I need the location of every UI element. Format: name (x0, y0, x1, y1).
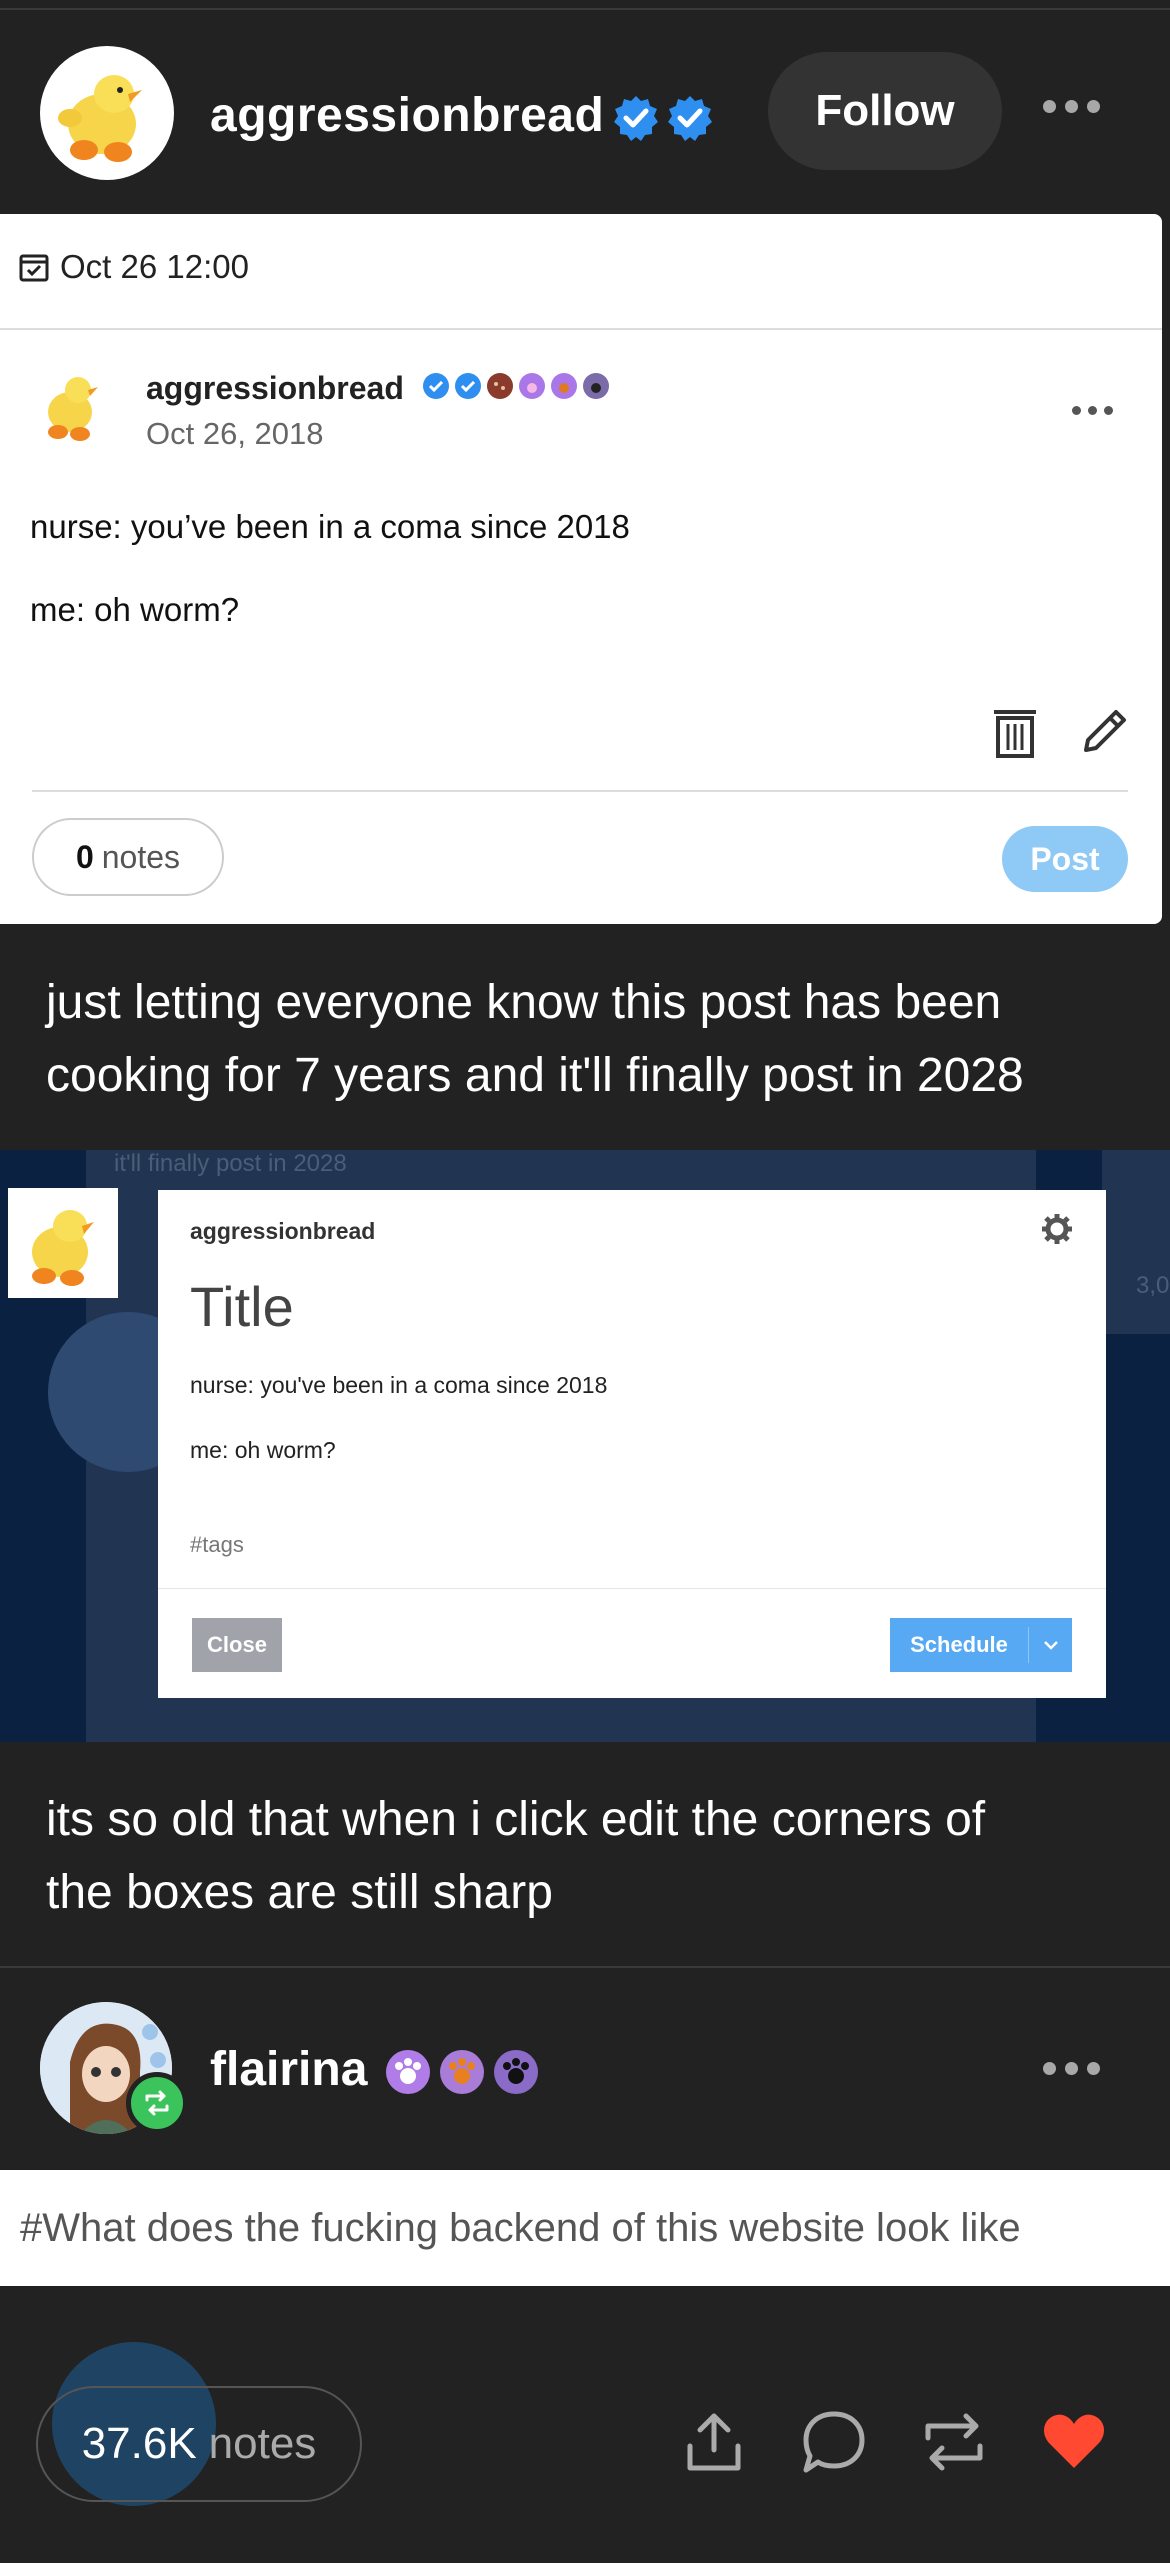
top-divider (0, 8, 1170, 10)
caption-line: just letting everyone know this post has… (46, 976, 1002, 1029)
check-badge-icon[interactable] (666, 94, 714, 142)
editor-screenshot: it'll finally post in 2028 3,0 aggressio… (0, 1150, 1170, 1742)
background-text: 3,0 (1136, 1272, 1170, 1299)
tag-bar: #What does the fucking backend of this w… (0, 2170, 1170, 2286)
notes-button[interactable]: 37.6K notes (36, 2386, 362, 2502)
duck-plush-icon (58, 75, 142, 162)
heart-icon[interactable] (1040, 2408, 1108, 2476)
inner-post-date: Oct 26, 2018 (146, 416, 324, 451)
body-line: nurse: you've been in a coma since 2018 (190, 1372, 608, 1398)
title-field: Title (190, 1275, 294, 1338)
schedule-label: Schedule (910, 1632, 1008, 1657)
notes-count: 37.6K (81, 2419, 197, 2468)
check-badge-icon[interactable] (612, 94, 660, 142)
reblogger-username[interactable]: flairina (210, 2042, 367, 2097)
close-button: Close (192, 1618, 282, 1672)
more-icon[interactable] (1043, 2062, 1100, 2075)
caption-line: its so old that when i click edit the co… (46, 1793, 986, 1846)
post-button: Post (1002, 826, 1128, 892)
divider (0, 328, 1162, 330)
body-line: nurse: you’ve been in a coma since 2018 (30, 508, 630, 545)
body-line: me: oh worm? (190, 1437, 336, 1463)
divider (32, 790, 1128, 792)
divider (0, 1966, 1170, 1968)
caption-line: the boxes are still sharp (46, 1866, 553, 1919)
caption: just letting everyone know this post has… (46, 966, 1136, 1112)
post-editor: aggressionbread Title nurse: you've been… (158, 1190, 1106, 1698)
follow-button[interactable]: Follow (768, 52, 1002, 170)
notes-label: notes (208, 2419, 317, 2468)
inner-badges (422, 372, 610, 400)
badge-row (612, 94, 714, 142)
more-icon (1072, 406, 1113, 415)
tags-field: #tags (190, 1532, 244, 1557)
scheduled-date-text: Oct 26 12:00 (60, 248, 249, 285)
calendar-icon (19, 254, 49, 282)
tag-link[interactable]: #What does the fucking backend of this w… (20, 2206, 1021, 2251)
paw-badge-icon (583, 373, 609, 399)
reblog-icon[interactable] (920, 2408, 988, 2476)
caption-line: cooking for 7 years and it'll finally po… (46, 1049, 1024, 1102)
reblog-icon (126, 2072, 188, 2134)
caption: its so old that when i click edit the co… (46, 1783, 1136, 1929)
schedule-button: Schedule (890, 1618, 1072, 1672)
inner-username: aggressionbread (146, 370, 404, 406)
cookie-badge-icon (487, 373, 513, 399)
queued-post-screenshot: Oct 26 12:00 aggressionbread Oct 26, 201… (0, 214, 1162, 924)
paw-badge-icon (519, 373, 545, 399)
reblogger-badges (384, 2048, 540, 2096)
duck-plush-icon (32, 1210, 94, 1286)
pencil-icon (1084, 710, 1126, 752)
comment-icon[interactable] (800, 2408, 868, 2476)
avatar (48, 377, 98, 441)
body-line: me: oh worm? (30, 591, 240, 628)
avatar[interactable] (40, 46, 174, 180)
inner-post-body: nurse: you’ve been in a coma since 2018 … (30, 510, 630, 676)
post-header: aggressionbread Follow (0, 40, 1170, 190)
paw-badge-icon[interactable] (384, 2048, 432, 2096)
trash-icon (994, 710, 1036, 758)
more-icon[interactable] (1043, 100, 1100, 113)
check-badge-icon (455, 373, 481, 399)
avatar (8, 1188, 118, 1298)
notes-count: 0 notes (32, 818, 224, 896)
gear-icon (1042, 1214, 1072, 1244)
background-panel (1102, 1150, 1170, 1334)
editor-body: nurse: you've been in a coma since 2018 … (190, 1372, 607, 1502)
editor-username: aggressionbread (190, 1218, 376, 1244)
post-username[interactable]: aggressionbread (210, 88, 604, 143)
check-badge-icon (423, 373, 449, 399)
divider (158, 1588, 1106, 1589)
chevron-down-icon (1043, 1641, 1058, 1650)
paw-badge-icon[interactable] (492, 2048, 540, 2096)
background-text: it'll finally post in 2028 (114, 1150, 347, 1177)
paw-badge-icon[interactable] (438, 2048, 486, 2096)
scheduled-date: Oct 26 12:00 (18, 248, 249, 286)
paw-badge-icon (551, 373, 577, 399)
share-icon[interactable] (680, 2408, 748, 2476)
